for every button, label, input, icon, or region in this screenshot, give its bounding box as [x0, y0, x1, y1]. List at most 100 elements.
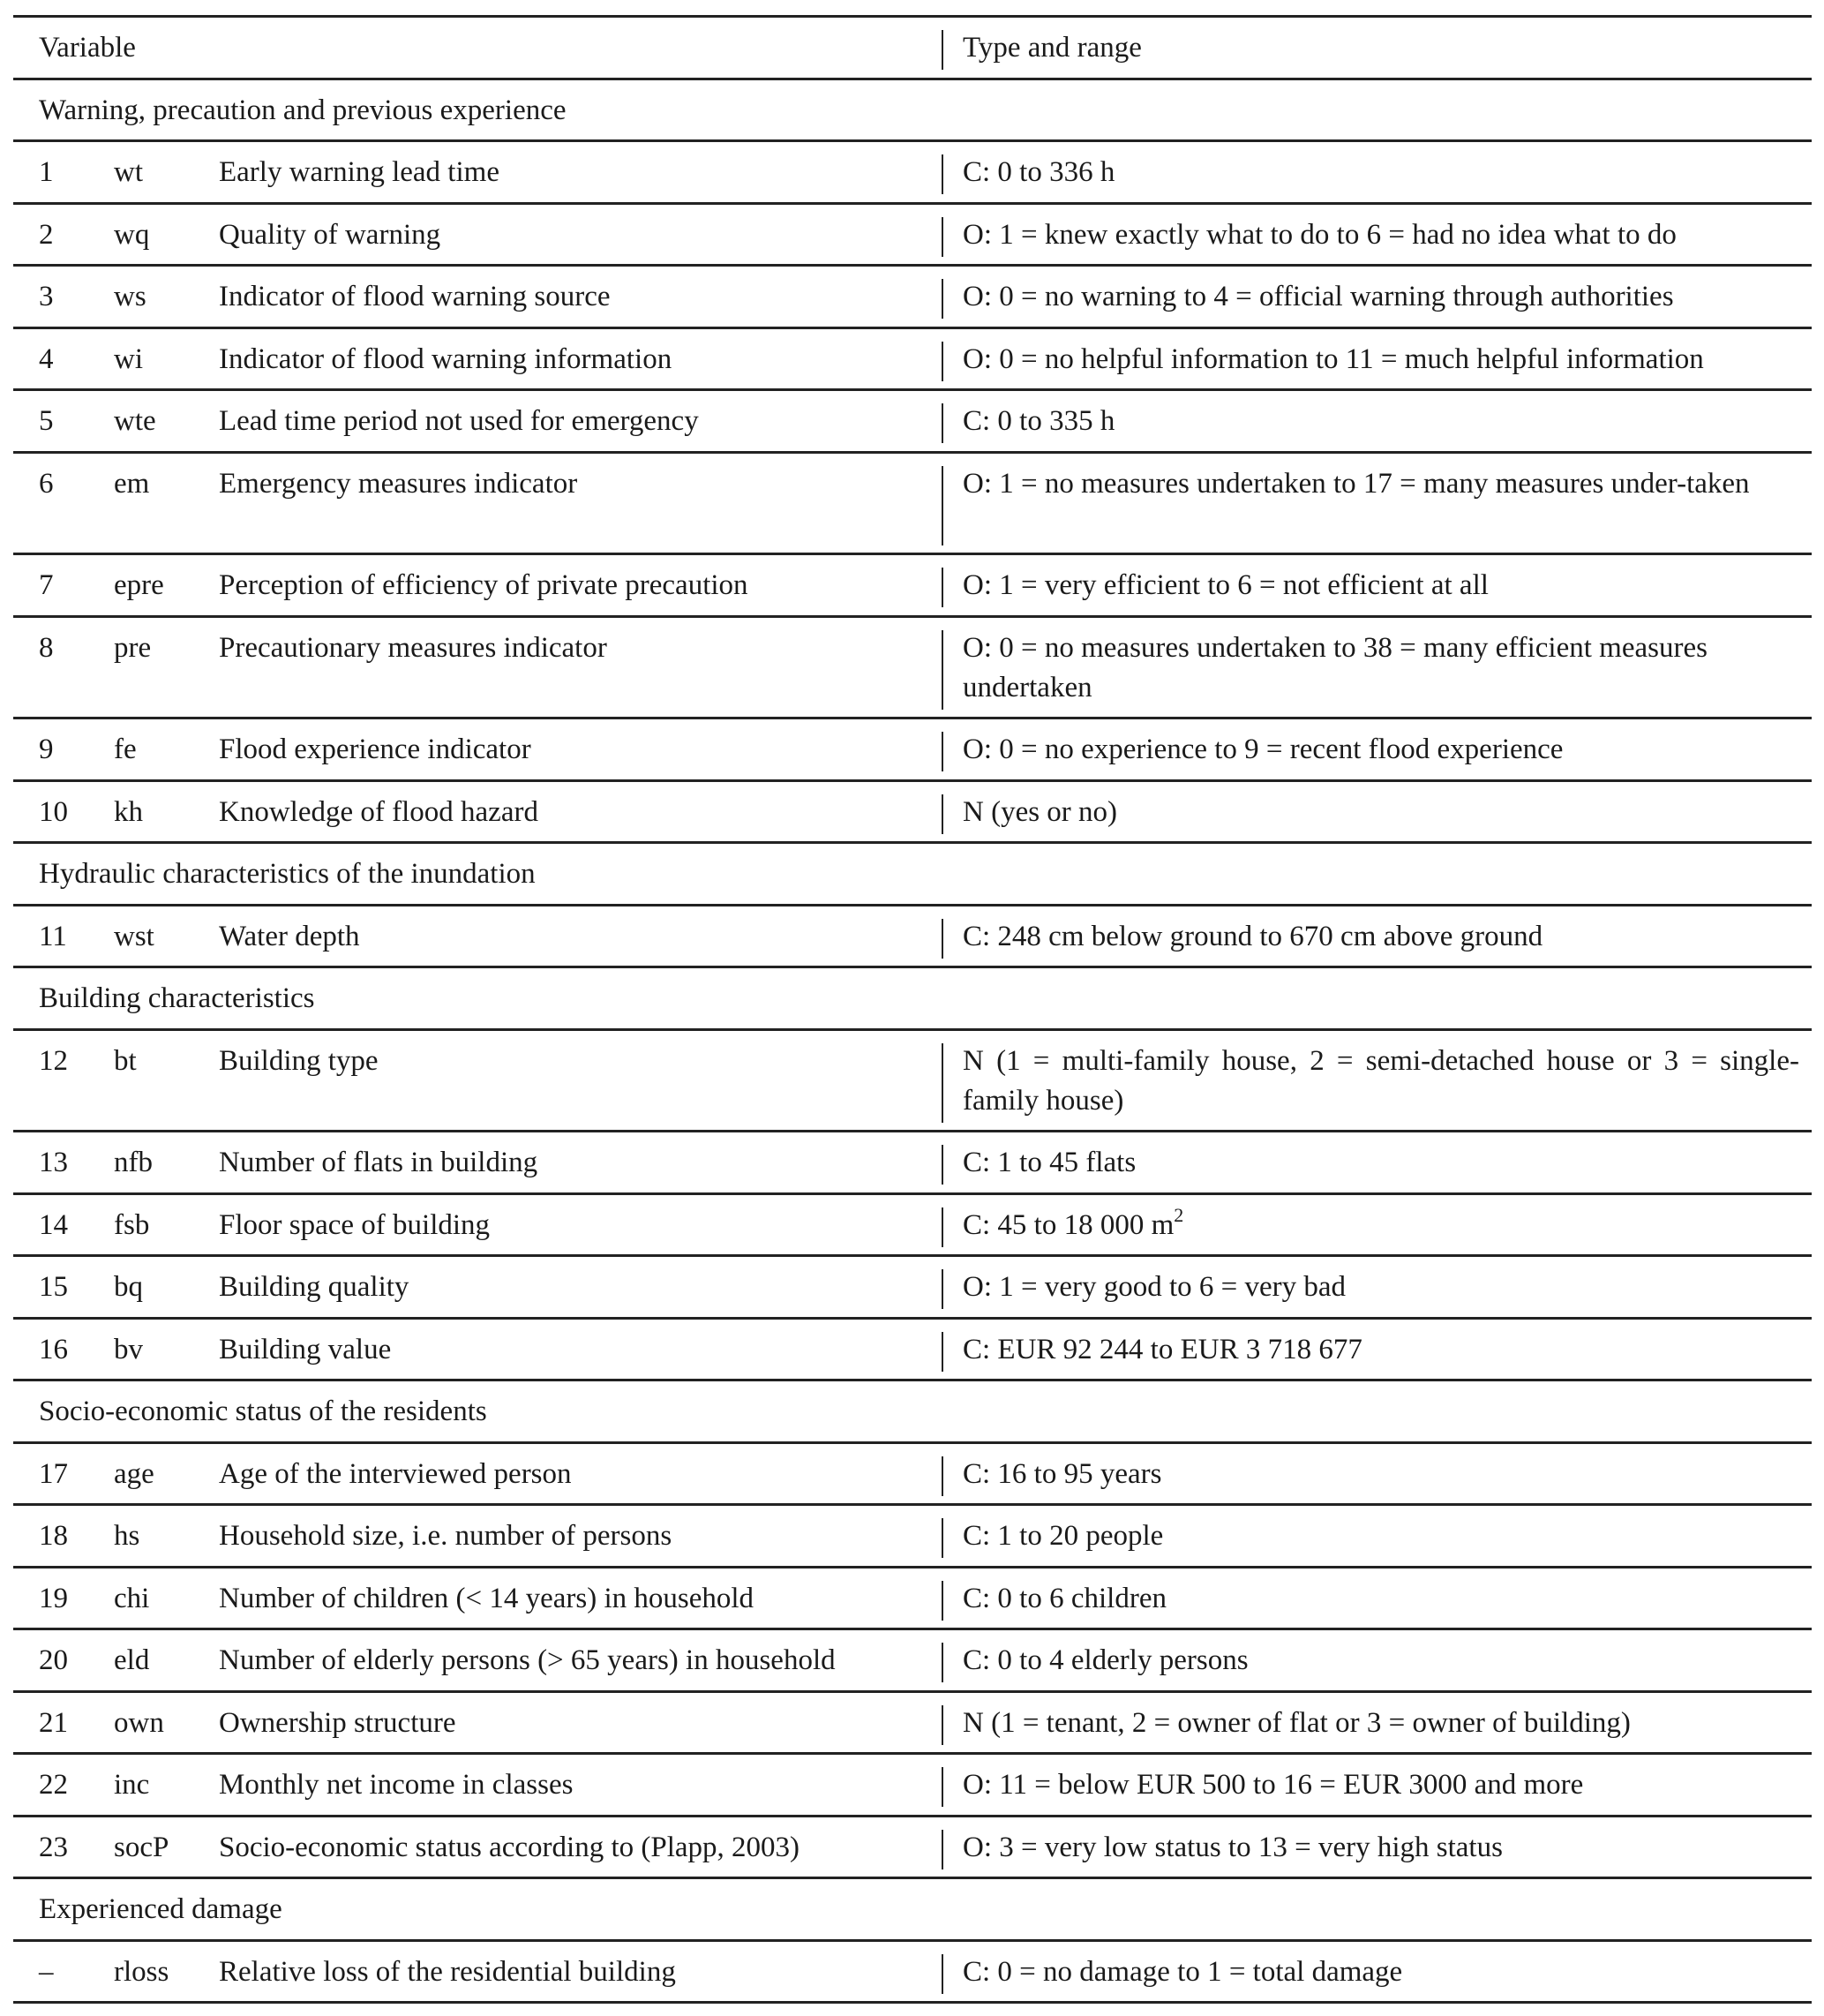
variable-type-and-range: C: 0 to 6 children — [963, 1579, 1799, 1619]
table-row: 1 wt Early warning lead time C: 0 to 336 h — [13, 142, 1812, 205]
variable-type-and-range: C: 0 to 336 h — [963, 153, 1799, 192]
section-title: Experienced damage — [39, 1893, 282, 1925]
variable-abbreviation: bv — [114, 1333, 143, 1365]
variable-type-and-range: O: 0 = no experience to 9 = recent flood… — [963, 730, 1799, 770]
column-divider — [942, 1518, 943, 1558]
type-range-text: C: 1 to 20 people — [963, 1520, 1164, 1552]
variable-abbreviation: bq — [114, 1271, 143, 1303]
variable-abbreviation: wst — [114, 920, 154, 952]
variable-description: Number of children (< 14 years) in house… — [219, 1582, 754, 1614]
variable-type-and-range: C: 16 to 95 years — [963, 1455, 1799, 1494]
variable-type-and-range: C: 0 to 335 h — [963, 402, 1799, 441]
variable-number: 8 — [39, 631, 54, 664]
column-divider — [942, 1456, 943, 1496]
variable-type-and-range: C: 0 = no damage to 1 = total damage — [963, 1952, 1799, 1992]
variable-abbreviation: fe — [114, 733, 137, 765]
superscript: 2 — [1174, 1203, 1184, 1226]
type-range-text: N (yes or no) — [963, 795, 1118, 828]
variable-type-and-range: O: 3 = very low status to 13 = very high… — [963, 1828, 1799, 1868]
type-range-text: O: 0 = no measures undertaken to 38 = ma… — [963, 631, 1708, 703]
variable-type-and-range: N (1 = tenant, 2 = owner of flat or 3 = … — [963, 1704, 1799, 1743]
variable-type-and-range: O: 1 = very good to 6 = very bad — [963, 1268, 1799, 1307]
table-row: 16 bv Building value C: EUR 92 244 to EUR 3… — [13, 1320, 1812, 1381]
variable-number: 16 — [39, 1333, 68, 1365]
variable-number: 23 — [39, 1831, 68, 1863]
table-row: 21 own Ownership structure N (1 = tenant, 2… — [13, 1693, 1812, 1755]
table-row: – rloss Relative loss of the residential b… — [13, 1942, 1812, 2004]
column-divider — [942, 1042, 943, 1123]
table-row: 2 wq Quality of warning O: 1 = knew exactly… — [13, 205, 1812, 267]
type-range-text: C: 0 to 6 children — [963, 1582, 1167, 1614]
type-range-text: C: 0 to 336 h — [963, 156, 1115, 188]
variable-description: Indicator of flood warning information — [219, 342, 672, 375]
variable-number: 21 — [39, 1706, 68, 1739]
table-row: 17 age Age of the interviewed person C: 16 … — [13, 1444, 1812, 1506]
variable-abbreviation: rloss — [114, 1955, 169, 1988]
section-header-row: Socio-economic status of the residents — [13, 1381, 1812, 1444]
section-title: Socio-economic status of the residents — [39, 1395, 487, 1427]
column-divider — [942, 1767, 943, 1807]
variable-abbreviation: fsb — [114, 1208, 150, 1241]
type-range-text: N (1 = tenant, 2 = owner of flat or 3 = … — [963, 1706, 1631, 1739]
variable-description: Indicator of flood warning source — [219, 281, 611, 312]
section-header-row: Building characteristics — [13, 968, 1812, 1031]
type-range-text: C: 0 to 4 elderly persons — [963, 1644, 1249, 1676]
table-row: 8 pre Precautionary measures indicator O: 0… — [13, 618, 1812, 719]
variable-description: Knowledge of flood hazard — [219, 795, 538, 828]
table-header-row: Variable Type and range — [13, 18, 1812, 80]
table-row: 3 ws Indicator of flood warning source O: 0… — [13, 267, 1812, 329]
type-range-text: C: 1 to 45 flats — [963, 1147, 1137, 1178]
variable-description: Building value — [219, 1333, 392, 1365]
variable-number: 7 — [39, 569, 54, 601]
variable-description: Monthly net income in classes — [219, 1769, 574, 1801]
table-row: 22 inc Monthly net income in classes O: 11 … — [13, 1755, 1812, 1817]
variable-description: Number of flats in building — [219, 1147, 538, 1178]
column-divider — [942, 403, 943, 443]
variable-description: Emergency measures indicator — [219, 467, 578, 500]
variable-abbreviation: wte — [114, 405, 156, 437]
type-range-text: O: 1 = knew exactly what to do to 6 = ha… — [963, 218, 1677, 251]
variable-number: 19 — [39, 1582, 68, 1614]
variable-type-and-range: O: 0 = no helpful information to 11 = mu… — [963, 340, 1799, 380]
column-divider — [942, 1331, 943, 1372]
variable-description: Building type — [219, 1044, 379, 1077]
variable-abbreviation: epre — [114, 569, 164, 601]
column-divider — [942, 216, 943, 257]
section-header-row: Experienced damage — [13, 1879, 1812, 1942]
table-row: 23 socP Socio-economic status according to… — [13, 1817, 1812, 1879]
type-range-text: N (1 = multi-family house, 2 = semi-deta… — [963, 1044, 1799, 1117]
variable-description: Early warning lead time — [219, 156, 499, 188]
table-row: 5 wte Lead time period not used for emerge… — [13, 391, 1812, 454]
column-divider — [942, 279, 943, 319]
variable-number: 6 — [39, 467, 54, 500]
variable-number: 15 — [39, 1271, 68, 1303]
type-range-text: C: 248 cm below ground to 670 cm above g… — [963, 920, 1543, 952]
type-range-text: C: 16 to 95 years — [963, 1457, 1162, 1490]
table-row: 19 chi Number of children (< 14 years) in … — [13, 1568, 1812, 1630]
variable-number: 5 — [39, 405, 54, 437]
column-divider — [942, 794, 943, 834]
column-divider — [942, 732, 943, 771]
variable-description: Precautionary measures indicator — [219, 631, 607, 664]
variable-number: 17 — [39, 1457, 68, 1490]
column-divider — [942, 568, 943, 607]
variable-abbreviation: em — [114, 467, 150, 500]
variable-description: Lead time period not used for emergency — [219, 405, 699, 437]
variable-number: 14 — [39, 1208, 68, 1241]
column-divider — [942, 1269, 943, 1309]
variable-number: 9 — [39, 733, 54, 765]
table-row: 13 nfb Number of flats in building C: 1 to … — [13, 1132, 1812, 1195]
variable-number: 22 — [39, 1769, 68, 1801]
variable-number: 1 — [39, 156, 54, 188]
column-divider — [942, 465, 943, 545]
type-range-text: O: 1 = very efficient to 6 = not efficie… — [963, 569, 1489, 601]
type-range-text: O: 3 = very low status to 13 = very high… — [963, 1831, 1503, 1863]
column-divider — [942, 154, 943, 194]
type-range-text: O: 0 = no helpful information to 11 = mu… — [963, 342, 1704, 375]
section-header-row: Hydraulic characteristics of the inundat… — [13, 844, 1812, 906]
variable-type-and-range: O: 1 = very efficient to 6 = not efficie… — [963, 566, 1799, 606]
variable-description: Quality of warning — [219, 218, 441, 251]
type-range-text: C: 0 = no damage to 1 = total damage — [963, 1955, 1403, 1988]
variable-abbreviation: ws — [114, 281, 146, 312]
column-divider — [942, 1580, 943, 1621]
